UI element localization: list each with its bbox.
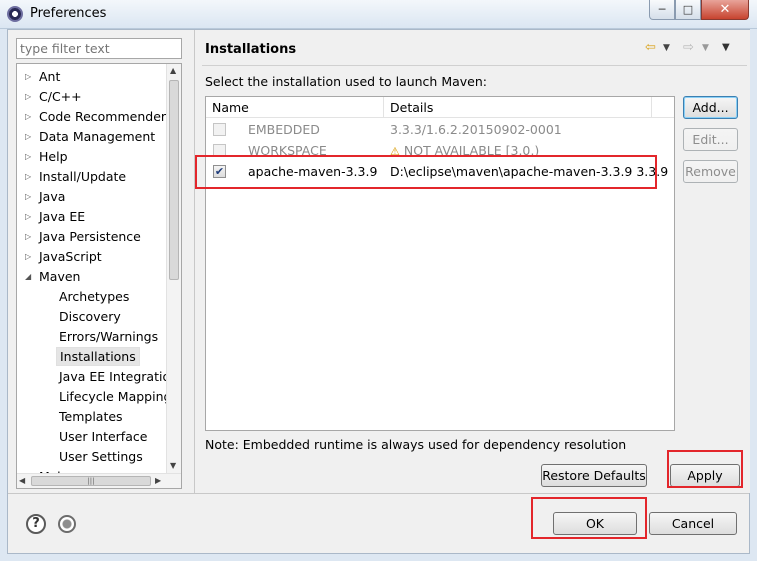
collapsed-arrow-icon[interactable]: ▷ bbox=[25, 127, 35, 147]
tree-vertical-scrollbar[interactable]: ▲ ▼ bbox=[166, 64, 181, 474]
maximize-button[interactable]: □ bbox=[675, 0, 701, 20]
view-menu-icon[interactable]: ▼ bbox=[722, 42, 730, 53]
chevron-down-icon[interactable]: ▼ bbox=[702, 43, 709, 53]
installation-name: EMBEDDED bbox=[248, 122, 320, 137]
edit-button[interactable]: Edit... bbox=[683, 128, 738, 151]
tree-item-label: User Settings bbox=[59, 449, 143, 464]
record-icon[interactable] bbox=[58, 515, 76, 533]
tree-item-label: Installations bbox=[56, 347, 140, 366]
scroll-thumb[interactable] bbox=[169, 80, 179, 280]
divider bbox=[8, 493, 749, 494]
scroll-thumb[interactable]: ||| bbox=[31, 476, 151, 486]
tree-item-label: Java Persistence bbox=[39, 229, 141, 244]
tree-item[interactable]: Discovery bbox=[59, 307, 121, 327]
cancel-button[interactable]: Cancel bbox=[649, 512, 737, 535]
tree-item-label: Java bbox=[39, 189, 66, 204]
scroll-down-icon[interactable]: ▼ bbox=[170, 461, 176, 470]
tree-item[interactable]: ▷ Code Recommenders bbox=[25, 107, 167, 127]
collapsed-arrow-icon[interactable]: ▷ bbox=[25, 247, 35, 267]
installation-details: 3.3.3/1.6.2.20150902-0001 bbox=[390, 119, 562, 140]
close-button[interactable]: ✕ bbox=[701, 0, 749, 20]
tree-item[interactable]: ▷ JavaScript bbox=[25, 247, 102, 267]
window-title: Preferences bbox=[30, 6, 107, 21]
tree-item[interactable]: ▷ Java Persistence bbox=[25, 227, 141, 247]
title-bar: Preferences ─ □ ✕ bbox=[0, 0, 757, 29]
collapsed-arrow-icon[interactable]: ▷ bbox=[25, 227, 35, 247]
tree-item-label: Lifecycle Mapping bbox=[59, 389, 167, 404]
tree-item[interactable]: ▷ Ant bbox=[25, 67, 61, 87]
page-title: Installations bbox=[205, 42, 297, 57]
tree-item-label: Help bbox=[39, 149, 68, 164]
expanded-arrow-icon[interactable]: ◢ bbox=[25, 267, 35, 287]
note-label: Note: Embedded runtime is always used fo… bbox=[205, 437, 627, 452]
tree-item[interactable]: ▷ Java bbox=[25, 187, 66, 207]
tree-item-label: JavaScript bbox=[39, 249, 102, 264]
title-divider bbox=[202, 65, 747, 66]
tree-item[interactable]: User Settings bbox=[59, 447, 143, 467]
tree-item[interactable]: Lifecycle Mapping bbox=[59, 387, 167, 407]
tree-item[interactable]: Installations bbox=[56, 347, 140, 367]
tree-item[interactable]: ▷ Install/Update bbox=[25, 167, 127, 187]
collapsed-arrow-icon[interactable]: ▷ bbox=[25, 107, 35, 127]
preferences-tree[interactable]: ▷ Ant ▷ C/C++ ▷ Code Recommenders ▷ Data Manage… bbox=[16, 63, 182, 489]
tree-item-label: Errors/Warnings bbox=[59, 329, 159, 344]
back-arrow-icon[interactable]: ⇦ bbox=[645, 40, 656, 55]
tree-item[interactable]: User Interface bbox=[59, 427, 147, 447]
scroll-up-icon[interactable]: ▲ bbox=[170, 66, 176, 75]
tree-item[interactable]: Java EE Integration bbox=[59, 367, 167, 387]
tree-items: ▷ Ant ▷ C/C++ ▷ Code Recommenders ▷ Data Manage… bbox=[17, 64, 167, 474]
add-button[interactable]: Add... bbox=[683, 96, 738, 119]
help-icon[interactable]: ? bbox=[26, 514, 46, 534]
tree-item-label: Templates bbox=[59, 409, 123, 424]
collapsed-arrow-icon[interactable]: ▷ bbox=[25, 147, 35, 167]
scroll-right-icon[interactable]: ▶ bbox=[155, 476, 161, 485]
tree-item[interactable]: Templates bbox=[59, 407, 123, 427]
highlight-apply bbox=[667, 450, 743, 488]
collapsed-arrow-icon[interactable]: ▷ bbox=[25, 187, 35, 207]
forward-arrow-icon[interactable]: ⇨ bbox=[683, 40, 694, 55]
page-navigation: ⇦ ▼ ⇨ ▼ ▼ bbox=[645, 40, 741, 58]
column-header-details[interactable]: Details bbox=[384, 97, 652, 118]
collapsed-arrow-icon[interactable]: ▷ bbox=[25, 87, 35, 107]
instruction-label: Select the installation used to launch M… bbox=[205, 74, 487, 89]
filter-input[interactable] bbox=[16, 38, 182, 59]
details-text: 3.3.3/1.6.2.20150902-0001 bbox=[390, 122, 562, 137]
tree-item[interactable]: ▷ C/C++ bbox=[25, 87, 82, 107]
installations-table[interactable]: Name Details EMBEDDED 3.3.3/1.6.2.2015090… bbox=[205, 96, 675, 431]
chevron-down-icon[interactable]: ▼ bbox=[663, 43, 670, 53]
tree-item[interactable]: ▷ Data Management bbox=[25, 127, 156, 147]
tree-horizontal-scrollbar[interactable]: ◀ ||| ▶ bbox=[17, 473, 181, 488]
row-checkbox[interactable] bbox=[213, 123, 226, 136]
tree-item[interactable]: ◢ Maven bbox=[25, 267, 81, 287]
tree-item-label: C/C++ bbox=[39, 89, 82, 104]
tree-item[interactable]: Archetypes bbox=[59, 287, 129, 307]
table-header: Name Details bbox=[206, 97, 674, 118]
tree-item-label: Ant bbox=[39, 69, 61, 84]
highlight-selected-installation bbox=[195, 155, 657, 189]
scroll-left-icon[interactable]: ◀ bbox=[19, 476, 25, 485]
tree-item[interactable]: ▷ Java EE bbox=[25, 207, 86, 227]
tree-item-label: User Interface bbox=[59, 429, 148, 444]
tree-item-label: Java EE bbox=[39, 209, 86, 224]
tree-item-label: Maven bbox=[39, 269, 81, 284]
highlight-ok bbox=[531, 497, 647, 539]
collapsed-arrow-icon[interactable]: ▷ bbox=[25, 167, 35, 187]
tree-item[interactable]: Errors/Warnings bbox=[59, 327, 158, 347]
tree-item-label: Java EE Integration bbox=[59, 369, 167, 384]
restore-defaults-button[interactable]: Restore Defaults bbox=[541, 464, 647, 487]
tree-item-label: Discovery bbox=[59, 309, 121, 324]
dialog-client: ▷ Ant ▷ C/C++ ▷ Code Recommenders ▷ Data Manage… bbox=[7, 29, 750, 554]
tree-item[interactable]: ▷ Help bbox=[25, 147, 68, 167]
column-header-name[interactable]: Name bbox=[206, 97, 384, 118]
collapsed-arrow-icon[interactable]: ▷ bbox=[25, 207, 35, 227]
tree-item-label: Code Recommenders bbox=[39, 109, 167, 124]
tree-item-label: Data Management bbox=[39, 129, 156, 144]
tree-item-label: Archetypes bbox=[59, 289, 130, 304]
remove-button[interactable]: Remove bbox=[683, 160, 738, 183]
eclipse-icon bbox=[7, 6, 23, 22]
minimize-button[interactable]: ─ bbox=[649, 0, 675, 20]
collapsed-arrow-icon[interactable]: ▷ bbox=[25, 67, 35, 87]
tree-item-label: Install/Update bbox=[39, 169, 127, 184]
table-row[interactable]: EMBEDDED 3.3.3/1.6.2.20150902-0001 bbox=[206, 119, 674, 140]
